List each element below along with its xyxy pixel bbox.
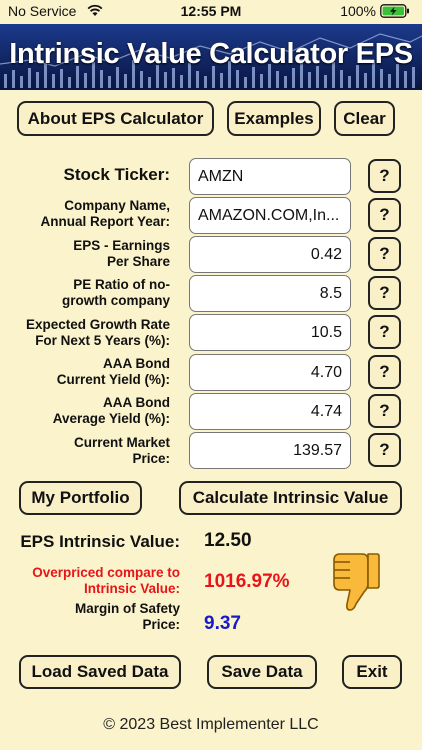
header-banner: Intrinsic Value Calculator EPS (0, 24, 422, 90)
app-title: Intrinsic Value Calculator EPS (9, 38, 413, 70)
ticker-help-button[interactable]: ? (368, 159, 401, 193)
intrinsic-value: 12.50 (204, 530, 252, 551)
growth-label: Expected Growth Rate For Next 5 Years (%… (25, 317, 170, 348)
ticker-input[interactable]: AMZN (189, 158, 351, 195)
pe-label: PE Ratio of no- growth company (61, 277, 170, 308)
ticker-label: Stock Ticker: (63, 165, 170, 184)
aaa-current-input[interactable]: 4.70 (189, 354, 351, 391)
overpriced-value: 1016.97% (204, 571, 290, 592)
battery-percent: 100% (340, 3, 376, 19)
margin-of-safety-label: Margin of Safety Price: (74, 601, 180, 632)
margin-of-safety-value: 9.37 (204, 613, 241, 634)
save-data-button[interactable]: Save Data (207, 655, 317, 689)
company-input[interactable]: AMAZON.COM,In... (189, 197, 351, 234)
pe-input[interactable]: 8.5 (189, 275, 351, 312)
intrinsic-value-label: EPS Intrinsic Value: (20, 532, 180, 551)
eps-input[interactable]: 0.42 (189, 236, 351, 273)
overpriced-label: Overpriced compare to Intrinsic Value: (32, 565, 180, 596)
examples-button[interactable]: Examples (227, 101, 321, 136)
copyright-footer: © 2023 Best Implementer LLC (103, 716, 319, 733)
pe-help-button[interactable]: ? (368, 276, 401, 310)
growth-input[interactable]: 10.5 (189, 314, 351, 351)
calculate-button[interactable]: Calculate Intrinsic Value (179, 481, 402, 515)
company-help-button[interactable]: ? (368, 198, 401, 232)
about-button[interactable]: About EPS Calculator (17, 101, 214, 136)
aaa-average-help-button[interactable]: ? (368, 394, 401, 428)
eps-help-button[interactable]: ? (368, 237, 401, 271)
battery-charging-icon (380, 4, 409, 18)
my-portfolio-button[interactable]: My Portfolio (19, 481, 142, 515)
clear-button[interactable]: Clear (334, 101, 395, 136)
eps-label: EPS - Earnings Per Share (73, 238, 170, 269)
aaa-current-label: AAA Bond Current Yield (%): (56, 356, 170, 387)
load-saved-data-button[interactable]: Load Saved Data (19, 655, 181, 689)
aaa-current-help-button[interactable]: ? (368, 355, 401, 389)
price-input[interactable]: 139.57 (189, 432, 351, 469)
thumbs-down-icon (333, 553, 380, 611)
exit-button[interactable]: Exit (342, 655, 402, 689)
status-bar: No Service 12:55 PM 100% (0, 0, 422, 24)
aaa-average-input[interactable]: 4.74 (189, 393, 351, 430)
company-label: Company Name, Annual Report Year: (40, 198, 170, 229)
aaa-average-label: AAA Bond Average Yield (%): (52, 395, 170, 426)
growth-help-button[interactable]: ? (368, 315, 401, 349)
price-label: Current Market Price: (73, 435, 170, 466)
price-help-button[interactable]: ? (368, 433, 401, 467)
